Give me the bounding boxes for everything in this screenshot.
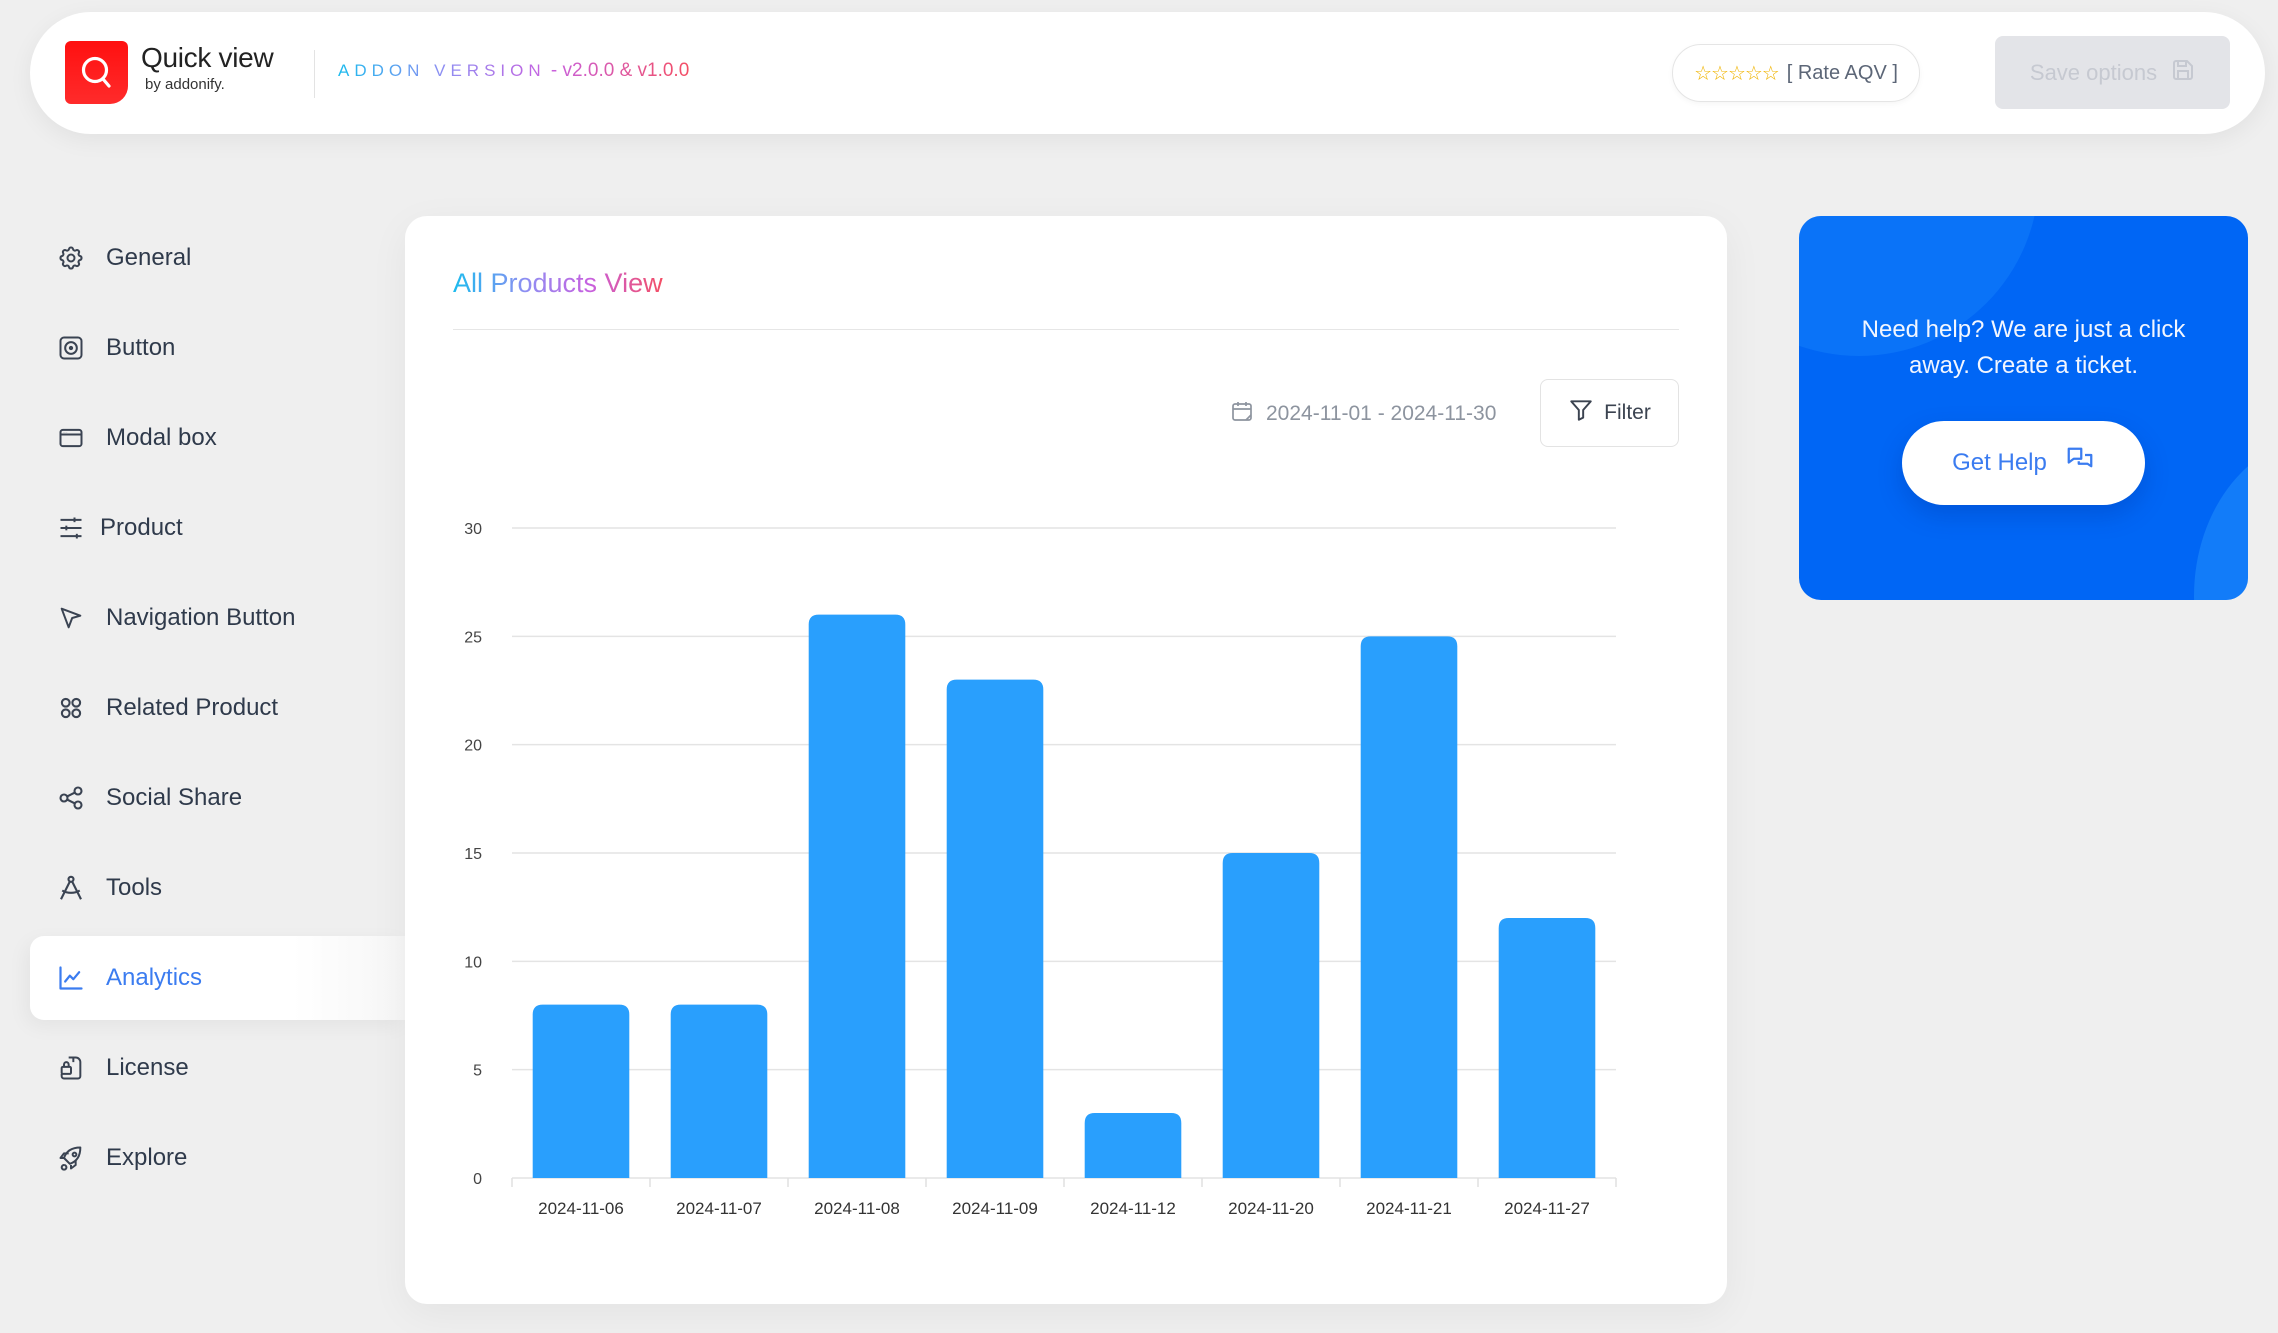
y-tick-label: 5	[473, 1063, 482, 1080]
header-divider	[314, 50, 315, 98]
get-help-button[interactable]: Get Help	[1902, 421, 2145, 505]
logo-title: Quick view	[141, 42, 274, 73]
analytics-card: All Products View 2024-11-01 - 2024-11-3…	[405, 216, 1727, 1304]
bar[interactable]	[1084, 1113, 1182, 1178]
help-card: Need help? We are just a click away. Cre…	[1799, 216, 2248, 600]
addon-version: ADDON VERSION - v2.0.0 & v1.0.0	[338, 60, 689, 82]
get-help-label: Get Help	[1952, 449, 2047, 476]
logo-icon	[65, 41, 128, 104]
y-tick-label: 25	[464, 629, 482, 646]
bar-chart: 0 5 10 15 20 25 30 2024-11-06 2024-11-07 2024-11-…	[464, 521, 1617, 1218]
sidebar-item-label: License	[106, 1054, 189, 1081]
rate-label: [ Rate AQV ]	[1786, 61, 1898, 84]
sidebar-item-tools[interactable]: Tools	[30, 846, 405, 930]
sidebar-item-label: Navigation Button	[106, 604, 296, 631]
sidebar-item-analytics[interactable]: Analytics	[30, 936, 405, 1020]
save-label: Save options	[2029, 59, 2158, 85]
top-header: Quick view by addonify. ADDON VERSION - …	[30, 12, 2265, 134]
x-tick-label: 2024-11-21	[1366, 1199, 1452, 1218]
y-tick-label: 15	[464, 846, 482, 863]
version-label: ADDON VERSION	[338, 61, 546, 80]
bar[interactable]	[808, 614, 906, 1178]
sliders-icon	[54, 511, 88, 545]
sidebar-item-label: Product	[100, 514, 183, 541]
y-tick-label: 30	[464, 521, 482, 538]
y-tick-label: 20	[464, 738, 482, 755]
window-icon	[54, 421, 88, 455]
file-lock-icon	[54, 1051, 88, 1085]
help-text: Need help? We are just a click away. Cre…	[1861, 316, 2186, 379]
bar[interactable]	[1498, 918, 1596, 1178]
sidebar-item-label: Modal box	[106, 424, 217, 451]
x-tick-label: 2024-11-09	[952, 1199, 1038, 1218]
sidebar-item-label: Tools	[106, 874, 163, 901]
sidebar-item-label: Social Share	[106, 784, 243, 811]
y-tick-label: 0	[473, 1171, 482, 1188]
logo-subtitle: by addonify.	[145, 76, 225, 93]
y-tick-label: 10	[464, 954, 482, 971]
bar[interactable]	[1222, 853, 1320, 1178]
cursor-icon	[54, 601, 88, 635]
bar[interactable]	[1360, 636, 1458, 1178]
sidebar-item-button[interactable]: Button	[30, 306, 405, 390]
sidebar-item-navigation-button[interactable]: Navigation Button	[30, 576, 405, 660]
bar[interactable]	[532, 1004, 630, 1178]
bar[interactable]	[670, 1004, 768, 1178]
floppy-disk-icon	[2171, 58, 2195, 88]
x-tick-label: 2024-11-07	[676, 1199, 762, 1218]
sidebar-item-label: Button	[106, 334, 176, 361]
save-options-button[interactable]: Save options	[1995, 36, 2230, 109]
bar[interactable]	[946, 679, 1044, 1178]
sidebar-item-label: Analytics	[106, 964, 203, 991]
rocket-icon	[54, 1141, 88, 1175]
compass-icon	[54, 871, 88, 905]
sidebar-item-license[interactable]: License	[30, 1026, 405, 1110]
grid-circles-icon	[54, 691, 88, 725]
sidebar-item-social-share[interactable]: Social Share	[30, 756, 405, 840]
sidebar-item-label: Explore	[106, 1144, 188, 1171]
sidebar-item-product[interactable]: Product	[30, 486, 405, 570]
button-icon	[54, 331, 88, 365]
x-tick-label: 2024-11-12	[1090, 1199, 1176, 1218]
sidebar-item-related-product[interactable]: Related Product	[30, 666, 405, 750]
sidebar-item-label: General	[106, 244, 192, 271]
version-value: - v2.0.0 & v1.0.0	[545, 60, 690, 81]
star-rating-icon: ☆☆☆☆☆	[1694, 62, 1780, 85]
x-tick-label: 2024-11-08	[814, 1199, 900, 1218]
sidebar-item-modal-box[interactable]: Modal box	[30, 396, 405, 480]
x-tick-label: 2024-11-27	[1504, 1199, 1590, 1218]
chat-bubbles-icon	[2065, 445, 2095, 482]
chart-line-icon	[54, 961, 88, 995]
x-tick-label: 2024-11-06	[538, 1199, 624, 1218]
sidebar-item-general[interactable]: General	[30, 216, 405, 300]
decorative-shape	[2194, 436, 2248, 600]
rate-button[interactable]: ☆☆☆☆☆ [ Rate AQV ]	[1672, 44, 1920, 102]
x-tick-label: 2024-11-20	[1228, 1199, 1314, 1218]
sidebar-item-explore[interactable]: Explore	[30, 1116, 405, 1200]
gear-icon	[54, 241, 88, 275]
share-icon	[54, 781, 88, 815]
sidebar-item-label: Related Product	[106, 694, 279, 721]
